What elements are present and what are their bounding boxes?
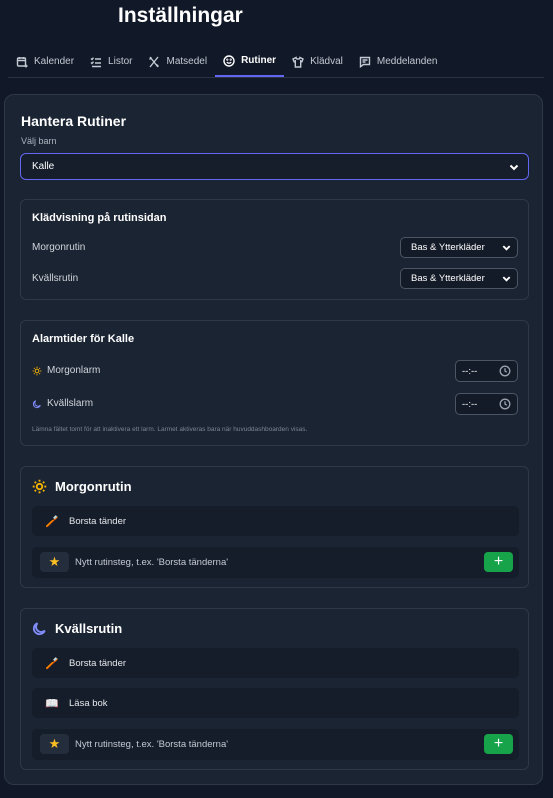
step-label: Borsta tänder <box>69 657 127 669</box>
step-label: Borsta tänder <box>69 515 127 527</box>
book-icon: 📖 <box>45 697 59 710</box>
tab-kalender[interactable]: Kalender <box>8 46 82 77</box>
morning-clothing-select[interactable]: Bas & Ytterkläder <box>400 237 518 258</box>
evening-alarm-label: Kvällslarm <box>32 398 93 409</box>
child-select-value: Kalle <box>32 161 55 172</box>
clock-icon[interactable] <box>499 365 511 377</box>
calendar-plus-icon <box>16 56 28 67</box>
evening-clothing-select[interactable]: Bas & Ytterkläder <box>400 268 518 289</box>
morning-routine-section: Morgonrutin 🪥 Borsta tänder ★ + <box>20 466 529 588</box>
child-select-label: Välj barn <box>21 136 57 146</box>
tab-label: Listor <box>108 56 133 67</box>
tab-listor[interactable]: Listor <box>82 46 140 77</box>
tab-meddelanden[interactable]: Meddelanden <box>351 46 446 77</box>
routine-title-text: Morgonrutin <box>55 479 132 494</box>
section-title: Klädvisning på rutinsidan <box>32 212 167 224</box>
manage-routines-card: Hantera Rutiner Välj barn Kalle Klädvisn… <box>4 94 543 785</box>
add-step-button[interactable]: + <box>484 552 513 572</box>
routine-step[interactable]: 🪥 Borsta tänder <box>32 506 519 536</box>
routine-step[interactable]: 📖 Läsa bok <box>32 688 519 718</box>
routine-title-text: Kvällsrutin <box>55 621 123 636</box>
sun-icon <box>32 479 47 494</box>
moon-icon <box>32 399 41 408</box>
page-title: Inställningar <box>118 4 243 27</box>
star-icon[interactable]: ★ <box>40 552 69 572</box>
toothbrush-icon: 🪥 <box>45 515 59 528</box>
utensils-icon <box>149 56 160 67</box>
morning-clothing-label: Morgonrutin <box>32 242 86 253</box>
alarm-label-text: Kvällslarm <box>47 398 94 409</box>
routine-title: Kvällsrutin <box>32 621 122 636</box>
morning-alarm-input[interactable]: --:-- <box>455 360 518 382</box>
time-value: --:-- <box>462 365 478 377</box>
shirt-icon <box>292 55 304 68</box>
morning-alarm-label: Morgonlarm <box>32 365 100 376</box>
select-value: Bas & Ytterkläder <box>411 242 485 253</box>
tab-matsedel[interactable]: Matsedel <box>140 46 215 77</box>
tab-label: Meddelanden <box>376 56 438 67</box>
clock-icon[interactable] <box>499 398 511 410</box>
toothbrush-icon: 🪥 <box>45 657 59 670</box>
tab-rutiner[interactable]: Rutiner <box>215 46 285 77</box>
evening-alarm-input[interactable]: --:-- <box>455 393 518 415</box>
chevron-down-icon <box>509 164 519 170</box>
new-step-input[interactable] <box>75 734 465 754</box>
sun-icon <box>32 366 42 375</box>
alarm-times-section: Alarmtider för Kalle Morgonlarm --:-- Kv… <box>20 320 529 446</box>
add-step-button[interactable]: + <box>484 734 513 754</box>
routine-title: Morgonrutin <box>32 479 132 494</box>
evening-clothing-label: Kvällsrutin <box>32 273 79 284</box>
star-icon[interactable]: ★ <box>40 734 69 754</box>
list-check-icon <box>90 56 102 67</box>
moon-icon <box>32 622 46 636</box>
time-value: --:-- <box>462 398 478 410</box>
message-icon <box>359 56 371 68</box>
tab-kladval[interactable]: Klädval <box>284 46 351 77</box>
tab-label: Klädval <box>310 56 343 67</box>
select-value: Bas & Ytterkläder <box>411 273 485 284</box>
new-step-row: ★ + <box>32 729 519 760</box>
alarm-hint: Lämna fältet tomt för att inaktivera ett… <box>32 426 308 433</box>
tab-label: Rutiner <box>241 55 277 66</box>
new-step-input[interactable] <box>75 552 465 572</box>
child-select[interactable]: Kalle <box>20 153 529 180</box>
chevron-down-icon <box>502 245 511 251</box>
evening-routine-section: Kvällsrutin 🪥 Borsta tänder 📖 Läsa bok ★… <box>20 608 529 770</box>
alarm-label-text: Morgonlarm <box>47 365 101 376</box>
chevron-down-icon <box>502 276 511 282</box>
step-label: Läsa bok <box>69 697 108 709</box>
new-step-row: ★ + <box>32 547 519 578</box>
smile-icon <box>223 54 235 67</box>
clothing-display-section: Klädvisning på rutinsidan Morgonrutin Ba… <box>20 199 529 300</box>
tab-label: Kalender <box>34 56 75 67</box>
routine-step[interactable]: 🪥 Borsta tänder <box>32 648 519 678</box>
section-title: Alarmtider för Kalle <box>32 333 135 345</box>
settings-tabs: Kalender Listor Matsedel Rutiner Klädval… <box>8 46 544 78</box>
tab-label: Matsedel <box>166 56 208 67</box>
card-title: Hantera Rutiner <box>21 113 127 129</box>
